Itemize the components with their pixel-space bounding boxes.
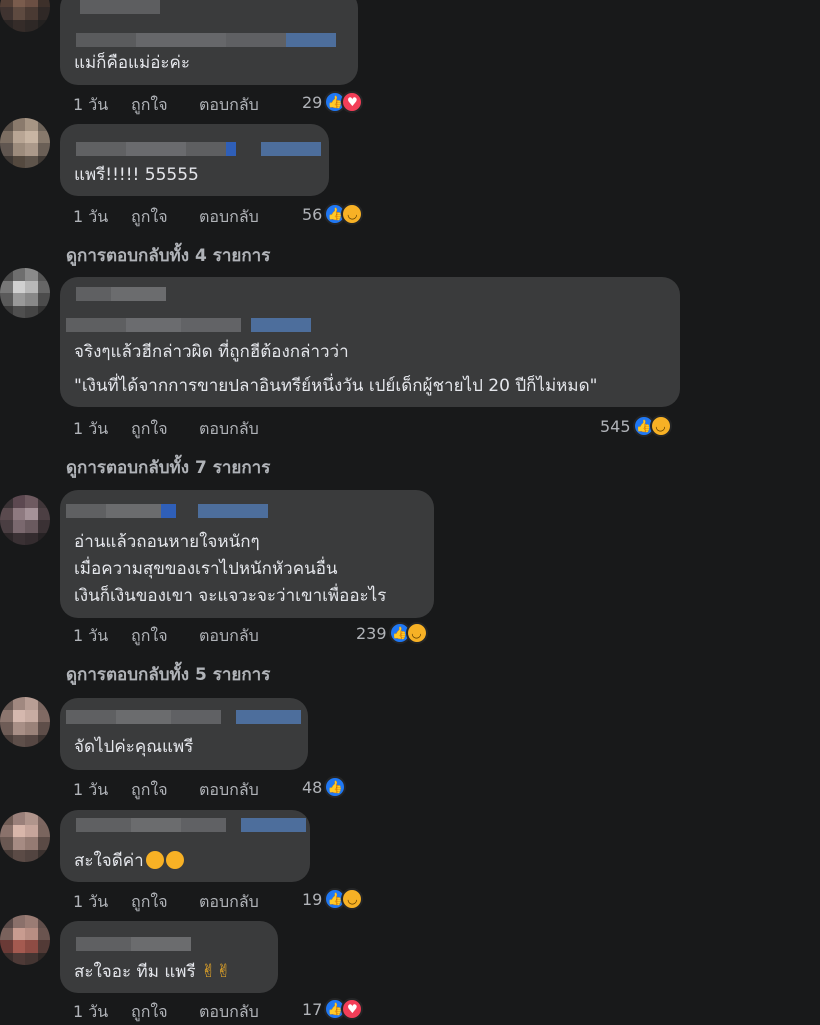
like-button[interactable]: ถูกใจ — [131, 778, 199, 803]
comment-text: แม่ก็คือแม่อ่ะค่ะ — [74, 53, 191, 73]
like-button[interactable]: ถูกใจ — [131, 205, 199, 230]
commenter-name-blurred[interactable] — [76, 818, 306, 832]
reply-button[interactable]: ตอบกลับ — [199, 624, 279, 649]
haha-icon: ◡ — [405, 622, 428, 644]
reaction-count: 19 — [302, 889, 323, 909]
love-icon: ♥ — [341, 998, 364, 1020]
view-replies-link[interactable]: ดูการตอบกลับทั้ง 7 รายการ — [66, 454, 270, 481]
comment-text: อ่านแล้วถอนหายใจหนักๆ — [74, 532, 260, 552]
commenter-name-blurred[interactable] — [66, 318, 311, 332]
haha-icon: ◡ — [341, 888, 364, 910]
avatar[interactable] — [0, 268, 50, 318]
comment-text: แพรี!!!!! 55555 — [74, 165, 199, 185]
comment-bubble: จริงๆแล้วฮีกล่าวผิด ที่ถูกฮีต้องกล่าวว่า… — [60, 277, 680, 407]
reply-button[interactable]: ตอบกลับ — [199, 205, 279, 230]
comment-bubble: อ่านแล้วถอนหายใจหนักๆ เมื่อความสุขของเรา… — [60, 490, 434, 618]
avatar[interactable] — [0, 812, 50, 862]
like-button[interactable]: ถูกใจ — [131, 890, 199, 915]
comment-time[interactable]: 1 วัน — [73, 93, 131, 118]
laughing-emoji-icon — [145, 851, 164, 869]
reaction-count: 239 — [356, 623, 387, 643]
reaction-summary[interactable]: 48 👍 — [302, 776, 347, 798]
laughing-emoji-icon — [165, 851, 184, 869]
comment-time[interactable]: 1 วัน — [73, 624, 131, 649]
like-button[interactable]: ถูกใจ — [131, 93, 199, 118]
commenter-name-blurred[interactable] — [76, 33, 336, 47]
commenter-name-blurred[interactable] — [76, 937, 191, 951]
comment-bubble: แม่ก็คือแม่อ่ะค่ะ — [60, 0, 358, 85]
view-replies-link[interactable]: ดูการตอบกลับทั้ง 4 รายการ — [66, 242, 270, 269]
comment-text: "เงินที่ได้จากการขายปลาอินทรีย์หนึ่งวัน … — [74, 376, 598, 396]
comment-bubble: สะใจดีค่า — [60, 810, 310, 882]
avatar[interactable] — [0, 915, 50, 965]
like-button[interactable]: ถูกใจ — [131, 624, 199, 649]
reaction-count: 17 — [302, 999, 323, 1019]
love-icon: ♥ — [341, 91, 364, 113]
reaction-count: 545 — [600, 416, 631, 436]
comment-time[interactable]: 1 วัน — [73, 778, 131, 803]
reply-button[interactable]: ตอบกลับ — [199, 778, 279, 803]
reaction-summary[interactable]: 29 👍 ♥ — [302, 91, 364, 113]
comment-bubble: แพรี!!!!! 55555 — [60, 124, 329, 196]
comment-bubble: จัดไปค่ะคุณแพรี — [60, 698, 308, 770]
avatar[interactable] — [0, 0, 50, 32]
like-button[interactable]: ถูกใจ — [131, 417, 199, 442]
reaction-summary[interactable]: 545 👍 ◡ — [600, 415, 672, 437]
reaction-count: 29 — [302, 92, 323, 112]
reaction-summary[interactable]: 239 👍 ◡ — [356, 622, 428, 644]
avatar[interactable] — [0, 495, 50, 545]
commenter-name-blurred[interactable] — [80, 0, 160, 14]
like-icon: 👍 — [324, 776, 347, 798]
avatar[interactable] — [0, 697, 50, 747]
reaction-count: 56 — [302, 204, 323, 224]
reaction-summary[interactable]: 19 👍 ◡ — [302, 888, 364, 910]
haha-icon: ◡ — [341, 203, 364, 225]
commenter-name-blurred[interactable] — [76, 142, 321, 156]
reaction-summary[interactable]: 17 👍 ♥ — [302, 998, 364, 1020]
reply-button[interactable]: ตอบกลับ — [199, 93, 279, 118]
comment-text: สะใจดีค่า — [74, 848, 184, 874]
view-replies-link[interactable]: ดูการตอบกลับทั้ง 5 รายการ — [66, 661, 270, 688]
comment-time[interactable]: 1 วัน — [73, 417, 131, 442]
haha-icon: ◡ — [649, 415, 672, 437]
avatar[interactable] — [0, 118, 50, 168]
comment-time[interactable]: 1 วัน — [73, 890, 131, 915]
comment-text: จัดไปค่ะคุณแพรี — [74, 737, 194, 757]
comment-bubble: สะใจอะ ทีม แพรี ✌✌ — [60, 921, 278, 993]
reaction-count: 48 — [302, 777, 323, 797]
comment-text: จริงๆแล้วฮีกล่าวผิด ที่ถูกฮีต้องกล่าวว่า — [74, 342, 349, 362]
commenter-name-blurred[interactable] — [66, 710, 301, 724]
comment-text: เงินก็เงินของเขา จะแจวะจะว่าเขาเพื่ออะไร — [74, 586, 387, 606]
commenter-name-blurred[interactable] — [66, 504, 268, 518]
reply-button[interactable]: ตอบกลับ — [199, 890, 279, 915]
commenter-name-blurred[interactable] — [76, 287, 166, 301]
comment-text: เมื่อความสุขของเราไปหนักหัวคนอื่น — [74, 559, 338, 579]
reaction-summary[interactable]: 56 👍 ◡ — [302, 203, 364, 225]
comment-text: สะใจอะ ทีม แพรี ✌✌ — [74, 959, 231, 985]
reply-button[interactable]: ตอบกลับ — [199, 417, 279, 442]
victory-hand-icon: ✌✌ — [201, 961, 232, 982]
comment-time[interactable]: 1 วัน — [73, 205, 131, 230]
